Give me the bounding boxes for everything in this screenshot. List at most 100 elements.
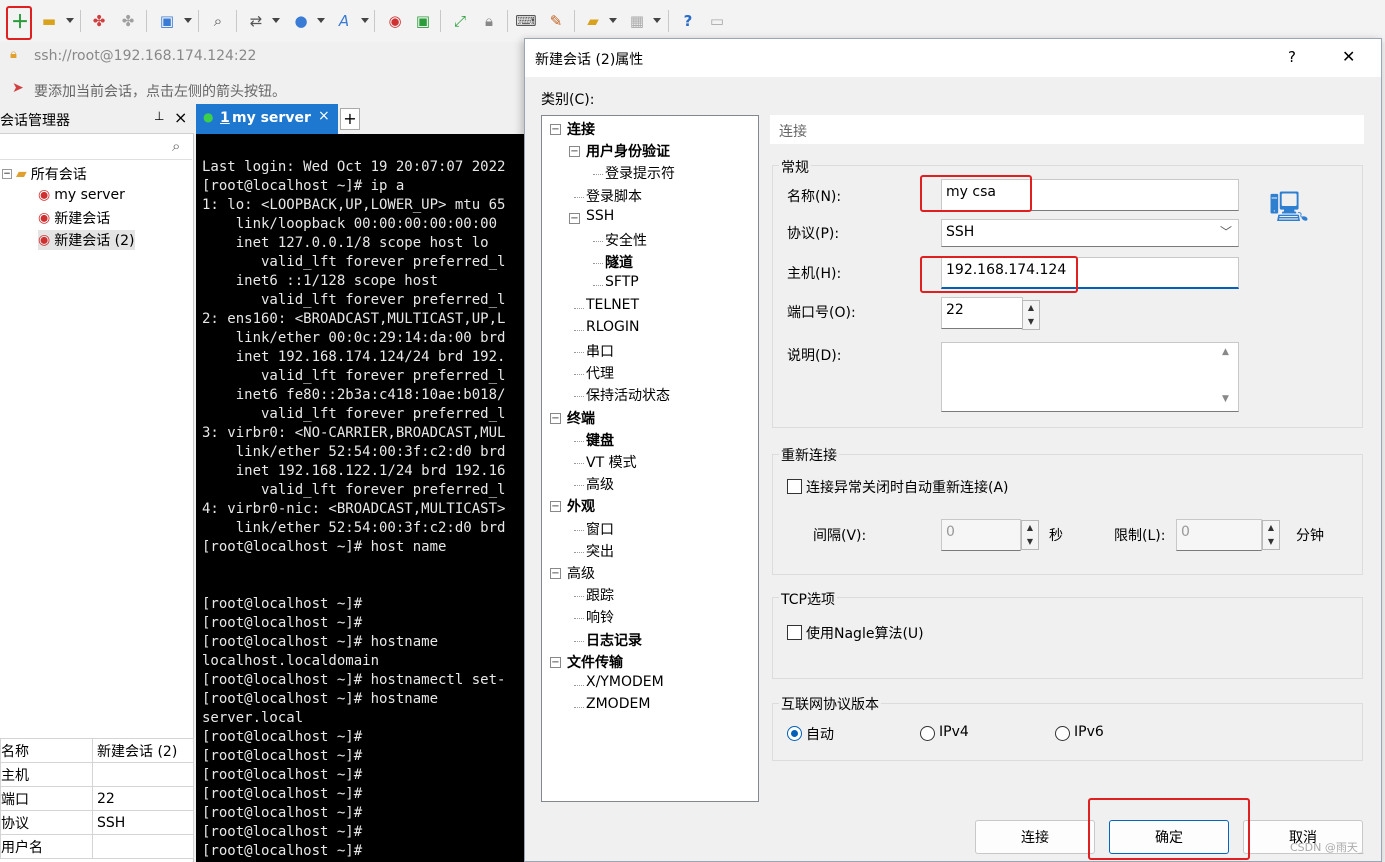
help-button[interactable]: ? — [1288, 48, 1296, 66]
xshell-icon[interactable]: ◉ — [382, 8, 408, 34]
category-item[interactable]: 登录提示符 — [605, 163, 675, 183]
category-item[interactable]: 文件传输 — [567, 652, 623, 672]
down-icon[interactable]: ▼ — [1023, 315, 1039, 329]
font-icon[interactable]: A — [331, 8, 357, 34]
connect-button[interactable]: 连接 — [975, 820, 1095, 854]
compose-icon[interactable]: ✎ — [543, 8, 569, 34]
collapse-icon[interactable]: − — [550, 568, 561, 579]
port-spinner[interactable]: ▲ ▼ — [1022, 300, 1040, 330]
collapse-icon[interactable]: − — [569, 146, 580, 158]
keyboard-icon[interactable]: ⌨ — [513, 8, 539, 34]
lock-icon[interactable]: 🔒︎ — [476, 8, 502, 34]
category-item[interactable]: 连接 — [567, 119, 595, 139]
category-item[interactable]: SSH — [586, 208, 614, 224]
tree-root-all-sessions[interactable]: − ▰ 所有会话 — [2, 164, 87, 184]
add-tab-icon[interactable]: ▰ — [580, 8, 606, 34]
open-folder-icon[interactable]: ▬ — [36, 8, 62, 34]
category-item[interactable]: 高级 — [586, 474, 614, 494]
radio-ipv6[interactable] — [1055, 726, 1070, 741]
session-item-new-session[interactable]: ◉ 新建会话 — [38, 208, 110, 228]
connect-icon[interactable]: ✤ — [86, 8, 112, 34]
limit-spinner[interactable]: ▲ ▼ — [1262, 520, 1280, 550]
category-item[interactable]: 响铃 — [586, 607, 614, 627]
interval-input[interactable]: 0 — [941, 519, 1021, 551]
globe-icon[interactable]: ● — [288, 8, 314, 34]
category-item[interactable]: 隧道 — [605, 252, 633, 272]
category-item[interactable]: 代理 — [586, 363, 614, 383]
properties-icon[interactable]: ▣ — [154, 8, 180, 34]
session-search-input[interactable]: ⌕ — [0, 136, 192, 160]
chevron-down-icon[interactable] — [317, 18, 325, 23]
category-item[interactable]: 用户身份验证 — [586, 141, 670, 161]
protocol-select[interactable]: SSH ﹀ — [941, 219, 1239, 247]
auto-reconnect-checkbox[interactable] — [787, 479, 802, 494]
scroll-up-icon[interactable]: ▲ — [1222, 347, 1229, 357]
fullscreen-icon[interactable]: ⤢ — [447, 8, 473, 34]
collapse-icon[interactable]: − — [550, 124, 561, 135]
collapse-icon[interactable]: − — [550, 656, 561, 668]
tab-my-server[interactable]: ● 1 my server × — [196, 104, 338, 134]
category-item[interactable]: RLOGIN — [586, 319, 640, 335]
category-item[interactable]: SFTP — [605, 274, 639, 290]
bookmark-icon[interactable]: ➤ — [12, 80, 24, 96]
collapse-icon[interactable]: − — [550, 501, 561, 513]
pin-icon[interactable]: ⊥ — [154, 109, 164, 123]
nagle-checkbox[interactable] — [787, 625, 802, 640]
up-icon[interactable]: ▲ — [1022, 521, 1038, 535]
description-textarea[interactable] — [941, 342, 1239, 412]
disconnect-icon[interactable]: ✤ — [115, 8, 141, 34]
radio-ipv4[interactable] — [920, 726, 935, 741]
address-bar[interactable]: 🔒︎ ssh://root@192.168.174.124:22 — [0, 42, 530, 72]
port-input[interactable]: 22 — [941, 297, 1023, 329]
chevron-down-icon[interactable] — [184, 18, 192, 23]
session-item-my-server[interactable]: ◉ my server — [38, 187, 125, 203]
close-icon[interactable]: × — [174, 108, 187, 127]
layout-icon[interactable]: ▦ — [624, 8, 650, 34]
chevron-down-icon[interactable] — [653, 18, 661, 23]
collapse-icon[interactable]: − — [550, 412, 561, 424]
help-icon[interactable]: ? — [675, 8, 701, 34]
category-item[interactable]: 高级 — [567, 563, 595, 583]
interval-spinner[interactable]: ▲ ▼ — [1021, 520, 1039, 550]
category-item[interactable]: 外观 — [567, 496, 595, 516]
category-item[interactable]: 保持活动状态 — [586, 385, 670, 405]
category-item[interactable]: 安全性 — [605, 230, 647, 250]
session-manager: 会话管理器 ⊥ × ⌕ − ▰ 所有会话 ◉ my server ◉ 新建会话 … — [0, 104, 194, 862]
category-item[interactable]: ZMODEM — [586, 696, 650, 712]
search-icon[interactable]: ⌕ — [205, 8, 231, 34]
category-item[interactable]: 突出 — [586, 541, 614, 561]
session-item-new-session-2[interactable]: ◉ 新建会话 (2) — [38, 230, 135, 250]
up-icon[interactable]: ▲ — [1023, 301, 1039, 315]
category-item[interactable]: 登录脚本 — [586, 186, 642, 206]
down-icon[interactable]: ▼ — [1022, 535, 1038, 549]
close-button[interactable]: ✕ — [1342, 47, 1355, 66]
category-item[interactable]: 键盘 — [586, 430, 614, 450]
chevron-down-icon[interactable] — [609, 18, 617, 23]
search-icon[interactable]: ⌕ — [172, 137, 180, 155]
down-icon[interactable]: ▼ — [1263, 535, 1279, 549]
chat-icon[interactable]: ▭ — [704, 8, 730, 34]
close-icon[interactable]: × — [318, 108, 330, 124]
category-item[interactable]: 终端 — [567, 408, 595, 428]
terminal-output[interactable]: Last login: Wed Oct 19 20:07:07 2022 [roo… — [196, 134, 530, 862]
chevron-down-icon[interactable] — [361, 18, 369, 23]
category-item[interactable]: VT 模式 — [586, 452, 637, 472]
collapse-icon[interactable]: − — [569, 212, 580, 224]
radio-auto[interactable] — [787, 726, 802, 741]
category-item[interactable]: X/YMODEM — [586, 674, 664, 690]
up-icon[interactable]: ▲ — [1263, 521, 1279, 535]
chevron-down-icon[interactable] — [66, 18, 74, 23]
limit-input[interactable]: 0 — [1176, 519, 1262, 551]
category-item[interactable]: TELNET — [586, 297, 639, 313]
chevron-down-icon[interactable]: ﹀ — [1220, 223, 1232, 240]
category-item[interactable]: 日志记录 — [586, 630, 642, 650]
transfer-icon[interactable]: ⇄ — [243, 8, 269, 34]
xftp-icon[interactable]: ▣ — [410, 8, 436, 34]
add-tab-button[interactable]: + — [340, 108, 360, 130]
category-item[interactable]: 窗口 — [586, 519, 614, 539]
chevron-down-icon[interactable] — [272, 18, 280, 23]
scroll-down-icon[interactable]: ▼ — [1222, 394, 1229, 404]
category-item[interactable]: 串口 — [586, 341, 614, 361]
category-item[interactable]: 跟踪 — [586, 585, 614, 605]
collapse-icon[interactable]: − — [2, 169, 12, 179]
